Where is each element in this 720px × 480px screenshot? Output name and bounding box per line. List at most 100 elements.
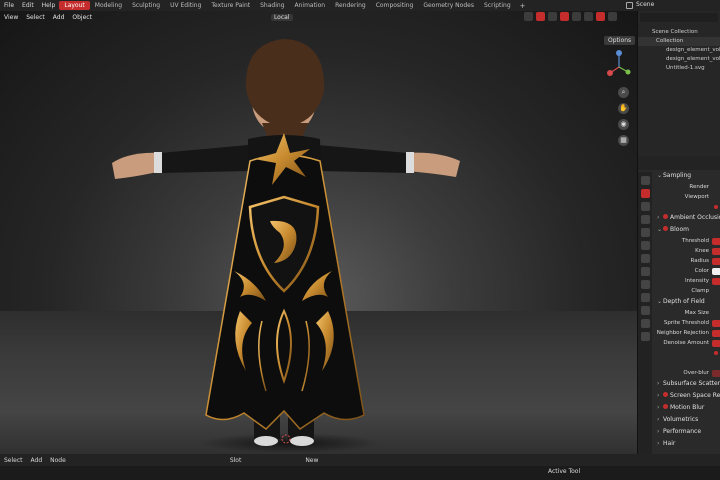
value-field[interactable]: [712, 268, 720, 275]
properties-tabs: [638, 172, 652, 466]
scene-icon[interactable]: [626, 2, 633, 9]
outliner-scene-collection[interactable]: Scene Collection: [638, 28, 720, 37]
value-field[interactable]: [712, 320, 720, 327]
tab-rendering[interactable]: Rendering: [330, 1, 371, 10]
menu-add-bottom[interactable]: Add: [31, 457, 43, 464]
panel-label: Subsurface Scattering: [663, 380, 720, 387]
tab-sculpting[interactable]: Sculpting: [127, 1, 165, 10]
panel-header[interactable]: › Hair: [654, 438, 720, 450]
panel-label: Ambient Occlusion: [670, 214, 720, 221]
new-button[interactable]: New: [305, 457, 318, 464]
value-field[interactable]: [712, 370, 720, 377]
menu-help[interactable]: Help: [38, 2, 60, 9]
status-bar: Active Tool: [0, 466, 720, 480]
menu-file[interactable]: File: [0, 2, 18, 9]
property-label: Knee: [695, 248, 709, 254]
panel-header[interactable]: ⌄Depth of Field: [654, 296, 720, 308]
property-row: Over-blur: [654, 368, 720, 378]
output-tab-icon[interactable]: [640, 202, 650, 211]
tab-texture-paint[interactable]: Texture Paint: [206, 1, 255, 10]
property-row: [654, 358, 720, 368]
menu-edit[interactable]: Edit: [18, 2, 38, 9]
enable-toggle-icon[interactable]: [663, 226, 668, 231]
panel-label: Screen Space Reflections: [670, 392, 720, 399]
panel-header[interactable]: ⌄ Bloom: [654, 224, 720, 236]
view-layer-tab-icon[interactable]: [640, 215, 650, 224]
outliner-panel: Scene Collection Collection design_eleme…: [637, 11, 720, 156]
panel-header[interactable]: › Performance: [654, 426, 720, 438]
value-field[interactable]: [712, 340, 720, 347]
chevron-down-icon: ⌄: [657, 226, 663, 233]
top-bar: File Edit Help Layout Modeling Sculpting…: [0, 0, 720, 11]
property-row: Neighbor Rejection: [654, 328, 720, 338]
tab-uv-editing[interactable]: UV Editing: [165, 1, 206, 10]
scene-tab-icon[interactable]: [640, 228, 650, 237]
data-tab-icon[interactable]: [640, 319, 650, 328]
value-field[interactable]: [712, 278, 720, 285]
panel-label: Performance: [663, 428, 702, 435]
panel-label: Volumetrics: [663, 416, 699, 423]
physics-tab-icon[interactable]: [640, 293, 650, 302]
world-tab-icon[interactable]: [640, 241, 650, 250]
panel-label: Sampling: [663, 172, 692, 179]
tab-layout[interactable]: Layout: [59, 1, 90, 10]
render-tab-icon[interactable]: [640, 189, 650, 198]
material-tab-icon[interactable]: [640, 332, 650, 341]
property-label: Render: [689, 184, 709, 190]
value-field[interactable]: [712, 330, 720, 337]
property-label: Clamp: [691, 288, 709, 294]
property-label: Threshold: [681, 238, 709, 244]
property-row: Sprite Threshold: [654, 318, 720, 328]
tab-compositing[interactable]: Compositing: [371, 1, 419, 10]
properties-content: ⌄SamplingRenderViewport›Ambient Occlusio…: [654, 170, 720, 450]
particles-tab-icon[interactable]: [640, 280, 650, 289]
menu-select-bottom[interactable]: Select: [4, 457, 23, 464]
property-label: Over-blur: [683, 370, 709, 376]
checkbox[interactable]: [714, 205, 718, 209]
value-field[interactable]: [712, 258, 720, 265]
panel-header[interactable]: › Screen Space Reflections: [654, 390, 720, 402]
property-row: Render: [654, 182, 720, 192]
enable-toggle-icon[interactable]: [663, 214, 668, 219]
slot-dropdown[interactable]: Slot: [230, 457, 242, 464]
properties-panel: ⌄SamplingRenderViewport›Ambient Occlusio…: [637, 156, 720, 466]
panel-header[interactable]: › Ambient Occlusion: [654, 212, 720, 224]
property-row: Threshold: [654, 236, 720, 246]
panel-header[interactable]: › Volumetrics: [654, 414, 720, 426]
property-row: Max Size: [654, 308, 720, 318]
outliner-item[interactable]: design_element_vol_1: [638, 55, 720, 64]
property-row: Viewport: [654, 192, 720, 202]
constraints-tab-icon[interactable]: [640, 306, 650, 315]
modifier-tab-icon[interactable]: [640, 267, 650, 276]
tab-shading[interactable]: Shading: [255, 1, 289, 10]
value-field[interactable]: [712, 248, 720, 255]
checkbox[interactable]: [714, 351, 718, 355]
tab-modeling[interactable]: Modeling: [90, 1, 127, 10]
menu-node[interactable]: Node: [50, 457, 66, 464]
tool-tab-icon[interactable]: [640, 176, 650, 185]
outliner-item[interactable]: Untitled-1.svg: [638, 64, 720, 73]
tab-geometry-nodes[interactable]: Geometry Nodes: [418, 1, 479, 10]
tab-scripting[interactable]: Scripting: [479, 1, 516, 10]
property-label: Sprite Threshold: [663, 320, 709, 326]
property-row: [654, 202, 720, 212]
property-label: Denoise Amount: [663, 340, 709, 346]
enable-toggle-icon[interactable]: [663, 392, 668, 397]
property-row: Denoise Amount: [654, 338, 720, 348]
panel-header[interactable]: ›Subsurface Scattering: [654, 378, 720, 390]
outliner-item-collection[interactable]: Collection: [638, 37, 720, 46]
object-tab-icon[interactable]: [640, 254, 650, 263]
tab-animation[interactable]: Animation: [290, 1, 331, 10]
panel-header[interactable]: › Motion Blur: [654, 402, 720, 414]
enable-toggle-icon[interactable]: [663, 404, 668, 409]
property-row: Knee: [654, 246, 720, 256]
3d-viewport[interactable]: View Select Add Object Local Options ⌕ ✋…: [0, 11, 637, 454]
add-workspace-button[interactable]: +: [516, 2, 530, 10]
scene-selector[interactable]: Scene: [636, 1, 654, 8]
value-field[interactable]: [712, 238, 720, 245]
chevron-right-icon: ›: [657, 214, 660, 221]
panel-header[interactable]: ⌄Sampling: [654, 170, 720, 182]
outliner-item[interactable]: design_element_vol_1: [638, 46, 720, 55]
outliner-search-input[interactable]: [640, 13, 718, 22]
character-model[interactable]: [0, 11, 637, 454]
